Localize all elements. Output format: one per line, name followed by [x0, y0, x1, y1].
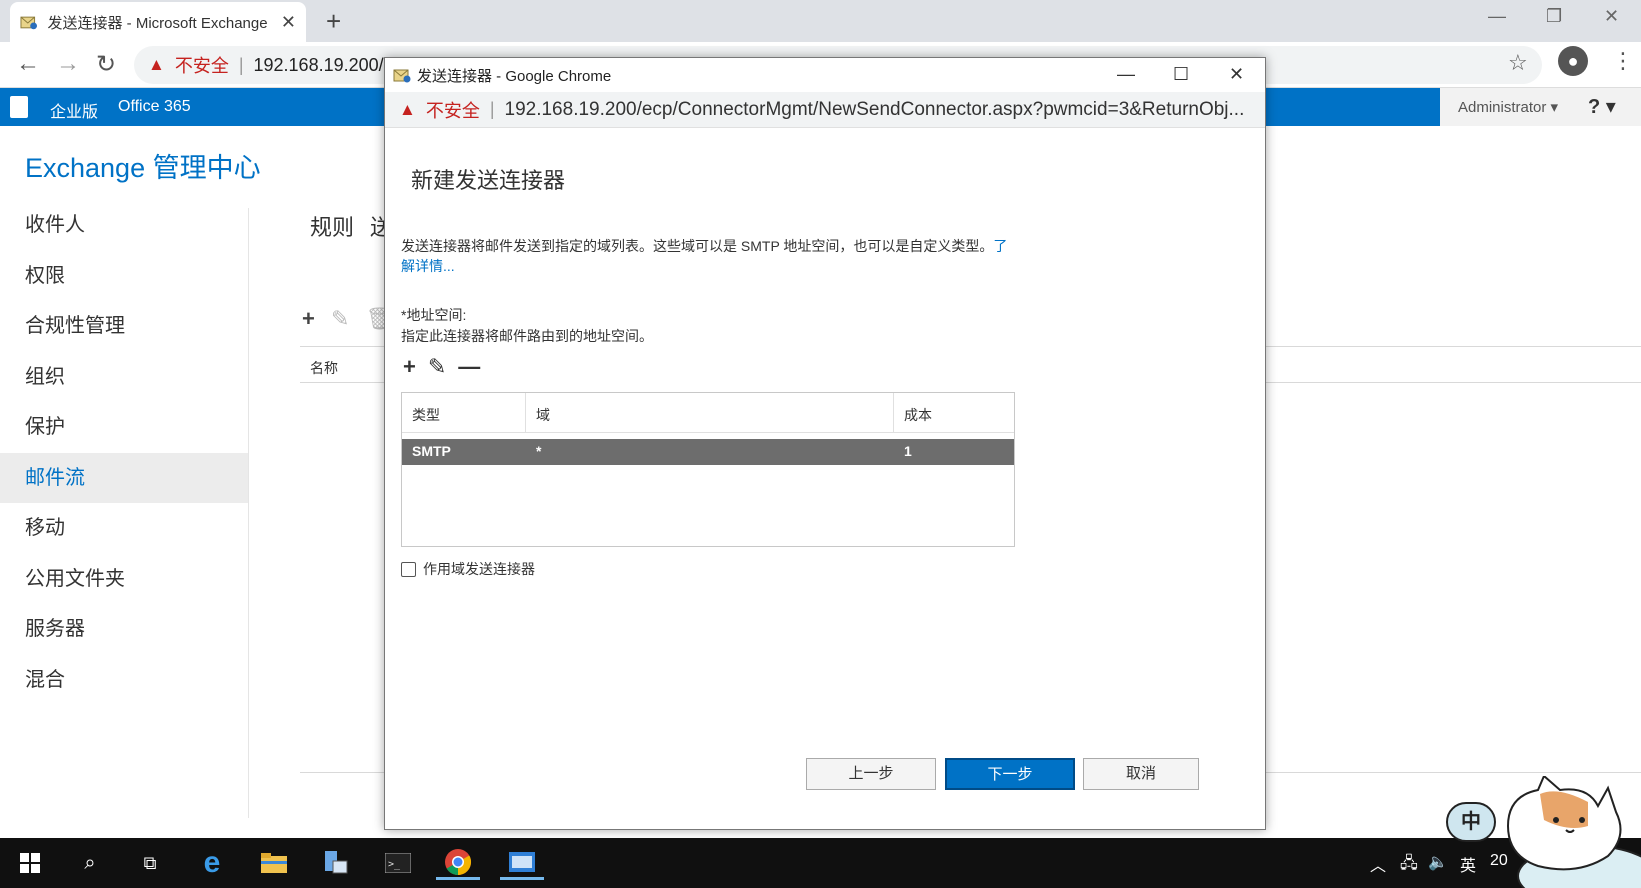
nav-divider [248, 208, 249, 818]
address-space-label: *地址空间: [401, 307, 467, 323]
tray-chevron-icon[interactable]: ︿ [1370, 852, 1386, 876]
bookmark-star-icon[interactable]: ☆ [1508, 50, 1528, 76]
taskbar: ⌕ ⧉ e >_ ︿ 🖧 🔈 英 20 [0, 838, 1641, 888]
cell-type: SMTP [412, 443, 451, 459]
back-button[interactable]: 上一步 [806, 758, 936, 790]
scoped-connector-option[interactable]: 作用域发送连接器 [401, 559, 535, 579]
address-space-hint: 指定此连接器将邮件路由到的地址空间。 [401, 328, 653, 344]
help-menu[interactable]: ? ▾ [1588, 94, 1616, 119]
reload-icon[interactable]: ↻ [96, 50, 116, 79]
dialog-description: 发送连接器将邮件发送到指定的域列表。这些域可以是 SMTP 地址空间，也可以是自… [401, 236, 1011, 276]
table-row[interactable]: SMTP * 1 [402, 439, 1014, 465]
nav-item-servers[interactable]: 服务器 [0, 604, 248, 655]
grid-header: 类型 域 成本 [402, 393, 1014, 433]
remote-app-icon[interactable] [500, 846, 544, 880]
exchange-favicon-icon [393, 69, 411, 83]
server-manager-icon[interactable] [314, 846, 358, 880]
ime-mascot[interactable]: 中 [1446, 774, 1641, 888]
popup-close-icon[interactable]: ✕ [1229, 64, 1244, 85]
not-secure-label: 不安全 [174, 56, 229, 76]
enterprise-link[interactable]: 企业版 [50, 98, 98, 122]
popup-title: 发送连接器 - Google Chrome [417, 67, 612, 85]
network-icon[interactable]: 🖧 [1400, 852, 1418, 879]
tab-close-icon[interactable]: ✕ [281, 12, 296, 33]
ime-badge[interactable]: 中 [1446, 802, 1496, 842]
page-tabs: 规则送 [310, 210, 392, 242]
edit-icon[interactable]: ✎ [428, 354, 446, 380]
not-secure-label: 不安全 [425, 100, 480, 121]
page-title: Exchange 管理中心 [25, 153, 261, 183]
tab-title: 发送连接器 - Microsoft Exchange [47, 14, 268, 32]
separator: | [238, 54, 244, 75]
file-explorer-icon[interactable] [252, 846, 296, 880]
nav-item-mobile[interactable]: 移动 [0, 503, 248, 554]
office-logo-icon [10, 96, 28, 118]
office365-link[interactable]: Office 365 [118, 98, 191, 116]
url-text: 192.168.19.200/ [253, 54, 384, 75]
remove-icon[interactable]: — [458, 354, 480, 380]
start-windows-icon[interactable] [8, 846, 52, 880]
nav-item-permissions[interactable]: 权限 [0, 251, 248, 302]
add-icon[interactable]: + [302, 306, 315, 331]
nav-item-public-folders[interactable]: 公用文件夹 [0, 554, 248, 605]
ime-cn-label: 中 [1461, 811, 1481, 833]
description-text: 发送连接器将邮件发送到指定的域列表。这些域可以是 SMTP 地址空间，也可以是自… [401, 238, 994, 254]
exchange-favicon-icon [20, 16, 38, 30]
scoped-checkbox-label: 作用域发送连接器 [423, 561, 535, 577]
popup-address-bar[interactable]: ▲ 不安全 | 192.168.19.200/ecp/ConnectorMgmt… [385, 92, 1265, 128]
cell-domain: * [536, 443, 542, 459]
cell-cost: 1 [904, 443, 912, 459]
task-view-icon[interactable]: ⧉ [128, 846, 172, 880]
close-window-icon[interactable]: ✕ [1604, 6, 1619, 27]
profile-avatar-icon[interactable]: ● [1558, 46, 1588, 76]
ie-icon[interactable]: e [190, 846, 234, 880]
warning-icon: ▲ [399, 99, 416, 119]
nav-item-organization[interactable]: 组织 [0, 352, 248, 403]
new-tab-button[interactable]: + [326, 6, 341, 37]
popup-maximize-icon[interactable]: ☐ [1173, 64, 1189, 85]
nav-item-recipients[interactable]: 收件人 [0, 200, 248, 251]
admin-menu[interactable]: Administrator ▾ [1458, 98, 1558, 116]
grid-header-domain[interactable]: 域 [526, 393, 894, 432]
new-send-connector-window: 发送连接器 - Google Chrome — ☐ ✕ ▲ 不安全 | 192.… [384, 57, 1266, 830]
tab-rules[interactable]: 规则 [310, 215, 354, 240]
grid-header-type[interactable]: 类型 [402, 393, 526, 432]
chrome-icon[interactable] [436, 846, 480, 880]
forward-arrow-icon[interactable]: → [56, 50, 80, 78]
warning-icon: ▲ [148, 55, 165, 74]
admin-area: Administrator ▾ ? ▾ [1440, 88, 1641, 126]
browser-tab[interactable]: 发送连接器 - Microsoft Exchange ✕ [10, 2, 306, 42]
menu-kebab-icon[interactable]: ⋮ [1612, 48, 1634, 74]
svg-text:>_: >_ [388, 859, 401, 870]
dialog-heading: 新建发送连接器 [411, 168, 566, 193]
address-space-grid: 类型 域 成本 SMTP * 1 [401, 392, 1015, 547]
column-header-name[interactable]: 名称 [310, 358, 338, 378]
terminal-icon[interactable]: >_ [376, 846, 420, 880]
edit-icon[interactable]: ✎ [331, 306, 349, 331]
grid-header-cost[interactable]: 成本 [894, 393, 1014, 432]
scoped-checkbox[interactable] [401, 561, 416, 577]
nav-item-protection[interactable]: 保护 [0, 402, 248, 453]
next-button[interactable]: 下一步 [945, 758, 1075, 790]
nav-item-mailflow[interactable]: 邮件流 [0, 452, 248, 503]
nav-item-hybrid[interactable]: 混合 [0, 655, 248, 706]
browser-tabstrip: 发送连接器 - Microsoft Exchange ✕ + — ❐ ✕ [0, 0, 1641, 42]
nav-item-compliance[interactable]: 合规性管理 [0, 301, 248, 352]
restore-icon[interactable]: ❐ [1546, 6, 1562, 27]
separator: | [489, 99, 495, 119]
address-toolbar: + ✎ — [403, 354, 480, 380]
search-icon[interactable]: ⌕ [68, 846, 112, 880]
minimize-icon[interactable]: — [1488, 6, 1506, 27]
left-nav: 收件人 权限 合规性管理 组织 保护 邮件流 移动 公用文件夹 服务器 混合 [0, 200, 248, 705]
popup-url-text: 192.168.19.200/ecp/ConnectorMgmt/NewSend… [504, 98, 1245, 120]
add-icon[interactable]: + [403, 354, 416, 380]
cancel-button[interactable]: 取消 [1083, 758, 1199, 790]
back-arrow-icon[interactable]: ← [16, 50, 40, 78]
volume-icon[interactable]: 🔈 [1428, 852, 1448, 872]
popup-minimize-icon[interactable]: — [1117, 64, 1135, 85]
